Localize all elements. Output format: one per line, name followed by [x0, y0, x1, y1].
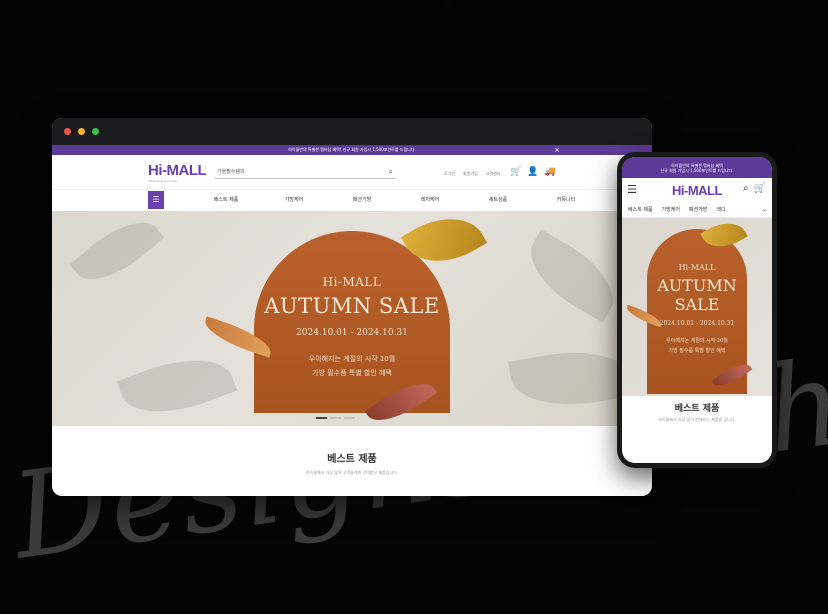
- login-link[interactable]: 로그인: [444, 171, 455, 177]
- site-logo[interactable]: Hi-MALL: [148, 162, 207, 179]
- mobile-section-subtitle: 하이몰에서 가장 많이 판매되는 제품들 입니다.: [658, 417, 736, 422]
- slide-indicators: [316, 417, 355, 419]
- promo-text: 하이몰만의 특별한 멤버십 혜택! 신규 회원 가입시 1,500포인트를 드립…: [288, 147, 416, 152]
- search-icon[interactable]: ⌕: [389, 166, 393, 178]
- nav-item-best[interactable]: 베스트 제품: [192, 190, 260, 210]
- mobile-promo-line2: 신규 회원 가입시 1,500포인트를 드립니다.: [660, 168, 734, 173]
- promo-topbar: 하이몰만의 특별한 멤버십 혜택! 신규 회원 가입시 1,500포인트를 드립…: [52, 145, 652, 155]
- nav-item-leisure-care[interactable]: 레저케어: [396, 190, 464, 210]
- desktop-browser-window: 하이몰만의 특별한 멤버십 혜택! 신규 회원 가입시 1,500포인트를 드립…: [52, 118, 652, 496]
- mobile-hero-dates: 2024.10.01 - 2024.10.31: [659, 320, 735, 327]
- mobile-nav-item-leisure[interactable]: 레디: [716, 202, 725, 217]
- mobile-hero-copy-line2: 가방 필수품 특별 할인 혜택: [668, 348, 726, 354]
- hero-brand: Hi-MALL: [322, 275, 382, 289]
- mobile-nav-item-fashion-bag[interactable]: 패션가방: [689, 202, 707, 217]
- nav-item-community[interactable]: 커뮤니티: [532, 190, 600, 210]
- section-subtitle: 하이몰에서 가장 많이 고객들에게 선택받은 제품입니다.: [305, 470, 399, 475]
- mobile-promo-topbar: 하이몰만의 특별한 멤버십 혜택 신규 회원 가입시 1,500포인트를 드립니…: [622, 157, 772, 178]
- cart-icon[interactable]: 🛒: [754, 183, 766, 194]
- customer-center-link[interactable]: 고객센터: [486, 171, 501, 177]
- utility-icons: 🛒 👤 🚚: [510, 167, 556, 177]
- mobile-nav: 베스트 제품 가방케어 패션가방 레디 ⌄: [622, 202, 772, 218]
- mobile-device-frame: 하이몰만의 특별한 멤버십 혜택 신규 회원 가입시 1,500포인트를 드립니…: [617, 152, 777, 468]
- window-chrome: [52, 118, 652, 145]
- mobile-hero-copy-line1: 우아해지는 계절의 시작 10월: [666, 338, 728, 344]
- main-nav: ☰ 베스트 제품 가방케어 패션가방 레저케어 세트상품 커뮤니티 이벤트: [52, 190, 652, 210]
- mobile-screen: 하이몰만의 특별한 멤버십 혜택 신규 회원 가입시 1,500포인트를 드립니…: [622, 157, 772, 463]
- mobile-header: ☰ Hi-MALL ⌕ 🛒: [622, 178, 772, 202]
- mobile-section-title: 베스트 제품: [674, 404, 720, 414]
- hero-banner[interactable]: Hi-MALL AUTUMN SALE 2024.10.01 - 2024.10…: [52, 211, 652, 426]
- hero-dates: 2024.10.01 - 2024.10.31: [296, 328, 408, 338]
- mobile-hero-brand: Hi-MALL: [678, 263, 716, 272]
- mobile-hero-title-line1: AUTUMN: [657, 276, 737, 295]
- mobile-best-products-section: 베스트 제품 하이몰에서 가장 많이 판매되는 제품들 입니다.: [622, 401, 772, 423]
- hero-copy-line2: 가방 필수품 특별 할인 혜택: [312, 369, 392, 377]
- logo-tagline: lifestyle brand mall: [148, 179, 177, 183]
- leaf-shadow: [116, 343, 238, 426]
- mobile-hero-banner[interactable]: Hi-MALL AUTUMN SALE 2024.10.01 - 2024.10…: [622, 218, 772, 396]
- mobile-nav-item-best[interactable]: 베스트 제품: [628, 202, 653, 217]
- search-placeholder: 가을필수템의: [217, 169, 245, 175]
- leaf-shadow: [516, 229, 628, 323]
- utility-links: 로그인 회원가입 고객센터: [444, 171, 501, 177]
- nav-item-bag-care[interactable]: 가방케어: [260, 190, 328, 210]
- mobile-logo[interactable]: Hi-MALL: [672, 183, 722, 198]
- close-window-button[interactable]: [64, 128, 71, 135]
- best-products-section: 베스트 제품 하이몰에서 가장 많이 고객들에게 선택받은 제품입니다.: [52, 450, 652, 476]
- hero-copy-line1: 우아해지는 계절의 시작 10월: [308, 355, 396, 363]
- user-icon[interactable]: 👤: [527, 167, 538, 177]
- close-icon[interactable]: ×: [554, 145, 560, 155]
- menu-icon[interactable]: ☰: [627, 183, 637, 196]
- minimize-window-button[interactable]: [78, 128, 85, 135]
- hero-title: AUTUMN SALE: [264, 294, 440, 318]
- menu-icon[interactable]: ☰: [148, 191, 164, 209]
- slide-dot[interactable]: [344, 417, 355, 419]
- section-title: 베스트 제품: [327, 454, 377, 465]
- mobile-nav-item-bag-care[interactable]: 가방케어: [662, 202, 680, 217]
- mobile-hero-title-line2: SALE: [674, 295, 720, 314]
- signup-link[interactable]: 회원가입: [463, 171, 478, 177]
- slide-dot-active[interactable]: [316, 417, 327, 419]
- leaf-shadow: [69, 211, 165, 296]
- search-icon[interactable]: ⌕: [743, 183, 749, 194]
- chevron-down-icon[interactable]: ⌄: [762, 202, 767, 218]
- cart-icon[interactable]: 🛒: [510, 167, 521, 177]
- search-input[interactable]: 가을필수템의 ⌕: [215, 166, 395, 179]
- delivery-icon[interactable]: 🚚: [544, 167, 555, 177]
- nav-item-sets[interactable]: 세트상품: [464, 190, 532, 210]
- nav-item-fashion-bag[interactable]: 패션가방: [328, 190, 396, 210]
- slide-dot[interactable]: [330, 417, 341, 419]
- site-header: Hi-MALL lifestyle brand mall 가을필수템의 ⌕ 로그…: [52, 155, 652, 190]
- maximize-window-button[interactable]: [92, 128, 99, 135]
